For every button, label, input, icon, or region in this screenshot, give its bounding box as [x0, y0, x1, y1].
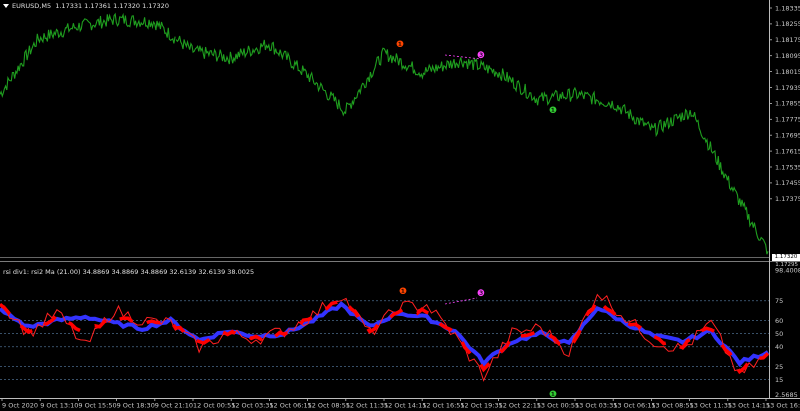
rsi-level-label: 50 [775, 330, 783, 338]
time-axis: 9 Oct 2020 9 Oct 13:10 9 Oct 15:50 9 Oct 18… [1, 398, 800, 410]
time-axis-label: 12 Oct 08:55 [308, 402, 350, 410]
time-axis-label: 12 Oct 14:15 [384, 402, 426, 410]
price-axis-label: 1.17695 [775, 132, 800, 140]
price-series [0, 12, 769, 255]
signal-marker-3[interactable]: ❶ [549, 106, 557, 116]
price-axis-label: 1.17855 [775, 100, 800, 108]
time-axis-label: 13 Oct 06:15 [613, 402, 655, 410]
time-axis-label: 13 Oct 11:35 [690, 402, 732, 410]
price-axis-label: 1.17375 [775, 195, 800, 203]
time-axis-label: 13 Oct 14:15 [728, 402, 770, 410]
price-chart[interactable]: 1.18335 1.18255 1.18175 1.18095 1.18015 1.179… [0, 0, 800, 262]
price-axis-label: 1.17535 [775, 163, 800, 171]
rsi-axis-top: 98.4008 [775, 266, 800, 274]
time-axis-label: 12 Oct 03:35 [231, 402, 273, 410]
price-line-segment [175, 35, 769, 255]
price-axis-label: 1.17615 [775, 147, 800, 155]
time-axis-label: 12 Oct 16:55 [422, 402, 464, 410]
rsi-level-label: 15 [775, 376, 783, 384]
rsi-signal-marker-3[interactable]: ❶ [549, 390, 557, 400]
chart-window[interactable]: { "main_header": { "arrow_icon": "triang… [0, 0, 800, 411]
time-axis-label: 12 Oct 06:15 [269, 402, 311, 410]
time-axis-label: 12 Oct 11:35 [346, 402, 388, 410]
divergence-line-main [444, 54, 482, 60]
time-axis-label: 9 Oct 18:30 [117, 402, 155, 410]
price-axis-label: 1.17455 [775, 179, 800, 187]
time-axis-label: 9 Oct 21:10 [155, 402, 193, 410]
price-axis-label: 1.17775 [775, 116, 800, 124]
time-axis-label: 13 Oct 03:35 [575, 402, 617, 410]
price-line-segment [0, 12, 176, 99]
time-axis-label: 12 Oct 19:35 [460, 402, 502, 410]
rsi-level-label: 60 [775, 317, 783, 325]
time-axis-label: 9 Oct 15:50 [78, 402, 116, 410]
price-axis-label: 1.18095 [775, 52, 800, 60]
time-axis-label: 13 Oct 16:55 [766, 402, 800, 410]
rsi-axis-bottom: 2.5685 [775, 391, 798, 399]
time-axis-label: 12 Oct 00:55 [193, 402, 235, 410]
rsi-level-label: 25 [775, 363, 783, 371]
time-axis-label: 12 Oct 22:15 [499, 402, 541, 410]
time-axis-label: 13 Oct 08:55 [651, 402, 693, 410]
price-axis-label: 1.17935 [775, 84, 800, 92]
current-price-box: 1.17320 [772, 254, 800, 261]
signal-marker-1[interactable]: ❶ [396, 40, 404, 50]
rsi-indicator[interactable]: 75 60 50 40 25 15 98.4008 2.5685 ❶ ❸ ❶ 9 Oct 20… [0, 262, 800, 411]
price-axis-label: 1.18175 [775, 36, 800, 44]
price-axis: 1.18335 1.18255 1.18175 1.18095 1.18015 1.179… [769, 4, 800, 203]
rsi-level-label: 75 [775, 297, 783, 305]
price-axis-label: 1.18335 [775, 4, 800, 12]
rsi-signal-marker-2[interactable]: ❸ [477, 289, 485, 299]
rsi-level-label: 40 [775, 343, 783, 351]
time-axis-label: 13 Oct 00:55 [537, 402, 579, 410]
price-axis-label: 1.18015 [775, 68, 800, 76]
time-axis-label: 9 Oct 13:10 [40, 402, 78, 410]
price-axis-label: 1.18255 [775, 20, 800, 28]
signal-marker-2[interactable]: ❸ [477, 51, 485, 61]
rsi-signal-marker-1[interactable]: ❶ [399, 287, 407, 297]
time-axis-label: 9 Oct 2020 [2, 402, 38, 410]
rsi-line [0, 293, 769, 382]
rsi-series [0, 293, 770, 382]
